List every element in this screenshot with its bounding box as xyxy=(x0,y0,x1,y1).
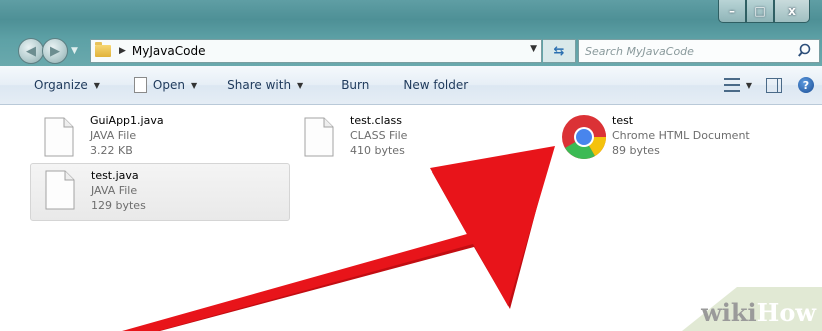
open-label: Open xyxy=(152,78,185,92)
file-size: 410 bytes xyxy=(350,144,405,157)
preview-pane-icon[interactable] xyxy=(766,77,782,93)
file-size: 3.22 KB xyxy=(90,144,133,157)
file-size: 89 bytes xyxy=(612,144,660,157)
file-item-selected[interactable]: test.java JAVA File 129 bytes xyxy=(30,163,290,221)
open-button[interactable]: Open ▼ xyxy=(126,77,205,93)
share-with-label: Share with xyxy=(227,78,292,92)
file-type: Chrome HTML Document xyxy=(612,129,750,142)
new-folder-button[interactable]: New folder xyxy=(395,78,476,92)
nav-buttons: ◀ ▶ ▼ xyxy=(18,38,78,64)
page-icon xyxy=(39,166,79,214)
back-button[interactable]: ◀ xyxy=(18,38,44,64)
minimize-button[interactable]: – xyxy=(718,0,746,23)
burn-button[interactable]: Burn xyxy=(333,78,377,92)
forward-arrow-icon: ▶ xyxy=(50,43,60,59)
window-controls: – □ x xyxy=(718,0,810,24)
file-name: test.class xyxy=(350,114,402,127)
wikihow-wiki-text: wiki xyxy=(701,298,757,327)
address-bar[interactable]: ▶ MyJavaCode ▼ xyxy=(90,39,542,63)
title-bar: – □ x ◀ ▶ ▼ ▶ MyJavaCode ▼ ⇆ Search MyJa… xyxy=(0,0,822,66)
wikihow-watermark: wikiHow xyxy=(642,279,822,331)
back-arrow-icon: ◀ xyxy=(26,43,36,59)
toolbar-right-group: ▼ ? xyxy=(723,66,814,104)
address-dropdown-icon[interactable]: ▼ xyxy=(530,44,537,54)
command-bar: Organize ▼ Open ▼ Share with ▼ Burn New … xyxy=(0,66,822,105)
file-item[interactable]: test.class CLASS File 410 bytes xyxy=(298,113,407,161)
file-name: test xyxy=(612,114,634,127)
breadcrumb-folder[interactable]: MyJavaCode xyxy=(132,44,206,58)
file-name: GuiApp1.java xyxy=(90,114,164,127)
page-icon xyxy=(298,113,338,161)
recent-pages-dropdown-icon[interactable]: ▼ xyxy=(71,46,78,56)
file-size: 129 bytes xyxy=(91,199,146,212)
search-input[interactable]: Search MyJavaCode xyxy=(578,39,820,63)
chevron-down-icon[interactable]: ▼ xyxy=(746,81,752,90)
file-item[interactable]: GuiApp1.java JAVA File 3.22 KB xyxy=(38,113,164,161)
search-placeholder: Search MyJavaCode xyxy=(585,44,694,58)
new-folder-label: New folder xyxy=(403,78,469,92)
organize-button[interactable]: Organize ▼ xyxy=(26,78,108,92)
chevron-down-icon: ▼ xyxy=(190,80,198,90)
file-name: test.java xyxy=(91,169,139,182)
file-type: CLASS File xyxy=(350,129,408,142)
chevron-down-icon: ▼ xyxy=(93,80,100,90)
forward-button[interactable]: ▶ xyxy=(42,38,68,64)
document-icon xyxy=(133,77,147,93)
change-view-icon[interactable] xyxy=(723,78,740,92)
file-item[interactable]: test Chrome HTML Document 89 bytes xyxy=(560,113,750,161)
refresh-button[interactable]: ⇆ xyxy=(543,39,576,63)
burn-label: Burn xyxy=(341,78,370,92)
breadcrumb-separator-icon[interactable]: ▶ xyxy=(119,46,126,56)
close-button[interactable]: x xyxy=(774,0,810,23)
file-type: JAVA File xyxy=(91,184,138,197)
chevron-down-icon: ▼ xyxy=(297,80,304,90)
share-with-button[interactable]: Share with ▼ xyxy=(219,78,311,92)
help-icon[interactable]: ? xyxy=(798,77,814,93)
file-type: JAVA File xyxy=(90,129,137,142)
maximize-button[interactable]: □ xyxy=(746,0,774,23)
explorer-window: – □ x ◀ ▶ ▼ ▶ MyJavaCode ▼ ⇆ Search MyJa… xyxy=(0,0,822,331)
wikihow-how-text: How xyxy=(756,298,816,327)
page-icon xyxy=(38,113,78,161)
refresh-icon: ⇆ xyxy=(553,43,565,59)
organize-label: Organize xyxy=(34,78,88,92)
search-icon[interactable] xyxy=(797,42,815,60)
folder-icon xyxy=(95,42,111,57)
chrome-icon xyxy=(560,113,606,161)
